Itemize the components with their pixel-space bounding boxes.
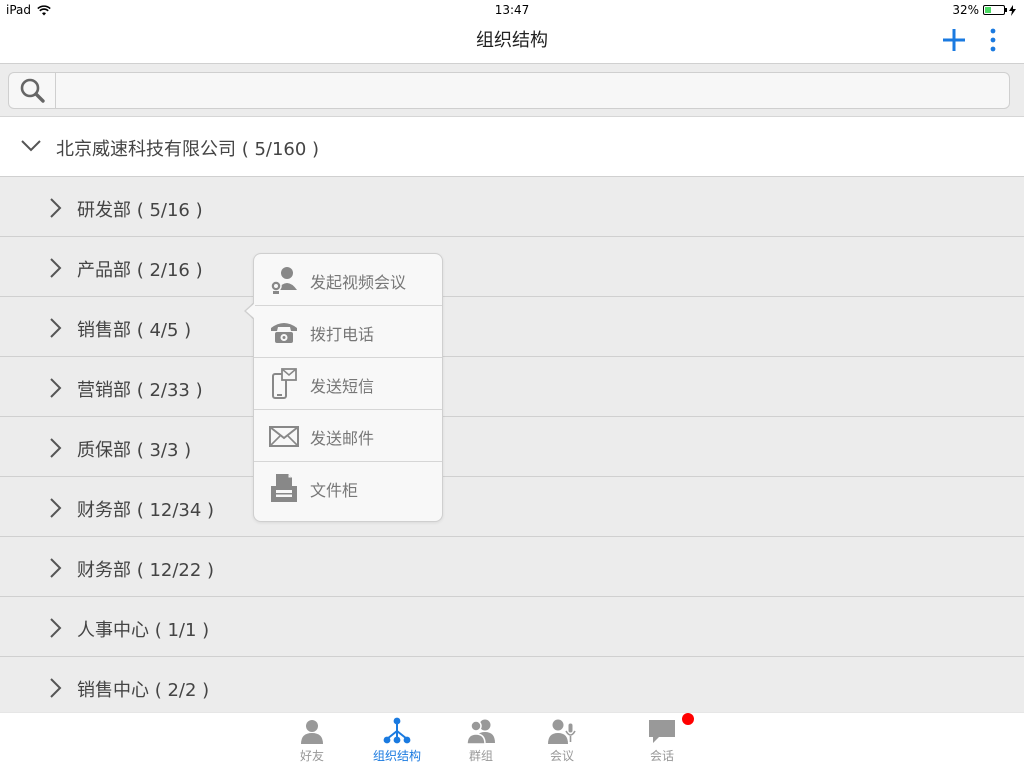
tab-groups[interactable]: 群组: [441, 717, 521, 767]
chevron-right-icon: [50, 438, 62, 458]
tab-label: 好友: [299, 749, 324, 763]
chevron-right-icon: [50, 618, 62, 638]
company-row[interactable]: 北京威速科技有限公司 ( 5/160 ): [0, 117, 1024, 177]
chat-notification-badge: [682, 713, 694, 725]
action-popover: 发起视频会议 拨打电话 发送短信 发送邮件 文件柜: [253, 253, 443, 522]
chevron-right-icon: [50, 318, 62, 338]
tab-label: 群组: [468, 749, 493, 763]
department-row[interactable]: 财务部 ( 12/34 ): [0, 477, 1024, 537]
department-label: 产品部 ( 2/16 ): [77, 260, 203, 281]
popover-item-label: 文件柜: [310, 481, 359, 500]
more-dot: [990, 28, 996, 34]
popover-item-label: 拨打电话: [310, 325, 375, 344]
org-structure-icon: [383, 717, 411, 744]
friends-icon: [301, 720, 323, 744]
page-title: 组织结构: [476, 30, 548, 51]
more-dot: [990, 46, 996, 52]
search-input[interactable]: [57, 73, 1001, 110]
chat-icon: [649, 720, 675, 743]
meeting-icon: [548, 719, 576, 744]
department-label: 研发部 ( 5/16 ): [77, 200, 203, 221]
plus-icon-horizontal: [943, 38, 965, 42]
tab-label: 组织结构: [372, 749, 421, 763]
department-label: 财务部 ( 12/34 ): [77, 500, 215, 521]
status-bar: iPad 13:47 32%: [0, 0, 1024, 20]
department-row[interactable]: 人事中心 ( 1/1 ): [0, 597, 1024, 657]
tab-meeting[interactable]: 会议: [522, 717, 602, 767]
mail-icon: [269, 426, 299, 447]
tab-friends[interactable]: 好友: [272, 717, 352, 767]
department-row[interactable]: 销售部 ( 4/5 ): [0, 297, 1024, 357]
tab-org-structure[interactable]: 组织结构: [357, 717, 437, 767]
phone-icon: [271, 323, 297, 343]
send-sms-item[interactable]: 发送短信: [254, 358, 442, 410]
chevron-right-icon: [50, 198, 62, 218]
popover-item-label: 发起视频会议: [310, 273, 407, 292]
search-box: [8, 72, 1010, 110]
department-row[interactable]: 研发部 ( 5/16 ): [0, 177, 1024, 237]
popover-arrow-fill: [246, 303, 255, 319]
battery-fill: [985, 7, 991, 13]
send-email-item[interactable]: 发送邮件: [254, 410, 442, 462]
popover-item-label: 发送邮件: [310, 429, 375, 448]
department-row[interactable]: 销售中心 ( 2/2 ): [0, 657, 1024, 717]
status-time: 13:47: [494, 3, 530, 17]
search-icon: [20, 78, 45, 103]
department-row[interactable]: 营销部 ( 2/33 ): [0, 357, 1024, 417]
department-row[interactable]: 产品部 ( 2/16 ): [0, 237, 1024, 297]
video-conference-icon: [270, 267, 297, 294]
battery-percent: 32%: [952, 3, 979, 17]
chevron-right-icon: [50, 498, 62, 518]
tab-label: 会话: [649, 749, 674, 763]
chevron-right-icon: [50, 678, 62, 698]
department-label: 销售中心 ( 2/2 ): [77, 680, 210, 701]
chevron-right-icon: [50, 258, 62, 278]
popover-item-label: 发送短信: [310, 377, 375, 396]
chevron-right-icon: [50, 378, 62, 398]
make-call-item[interactable]: 拨打电话: [254, 306, 442, 358]
search-icon-cell: [9, 73, 56, 108]
status-right: 32%: [952, 3, 1016, 17]
more-dot: [990, 37, 996, 43]
more-button[interactable]: [982, 26, 1004, 54]
search-area: [0, 64, 1024, 117]
department-label: 质保部 ( 3/3 ): [77, 440, 192, 461]
chevron-down-icon: [21, 140, 41, 152]
department-list: 研发部 ( 5/16 ) 产品部 ( 2/16 ) 销售部 ( 4/5 ) 营销…: [0, 177, 1024, 717]
start-video-conference-item[interactable]: 发起视频会议: [254, 254, 442, 306]
charging-icon: [1009, 4, 1016, 16]
file-cabinet-icon: [271, 474, 297, 502]
battery-icon: [983, 5, 1007, 15]
tab-label: 会议: [549, 749, 574, 763]
department-row[interactable]: 财务部 ( 12/22 ): [0, 537, 1024, 597]
tab-bar: 好友 组织结构 群组 会议 会话: [0, 712, 1024, 768]
department-row[interactable]: 质保部 ( 3/3 ): [0, 417, 1024, 477]
file-cabinet-item[interactable]: 文件柜: [254, 462, 442, 514]
department-label: 营销部 ( 2/33 ): [77, 380, 203, 401]
nav-bar: 组织结构: [0, 20, 1024, 64]
sms-icon: [272, 368, 297, 399]
department-label: 销售部 ( 4/5 ): [77, 320, 192, 341]
company-label: 北京威速科技有限公司 ( 5/160 ): [56, 139, 320, 160]
department-label: 财务部 ( 12/22 ): [77, 560, 215, 581]
groups-icon: [466, 719, 495, 745]
chevron-right-icon: [50, 558, 62, 578]
add-button[interactable]: [940, 26, 968, 54]
department-label: 人事中心 ( 1/1 ): [77, 620, 210, 641]
